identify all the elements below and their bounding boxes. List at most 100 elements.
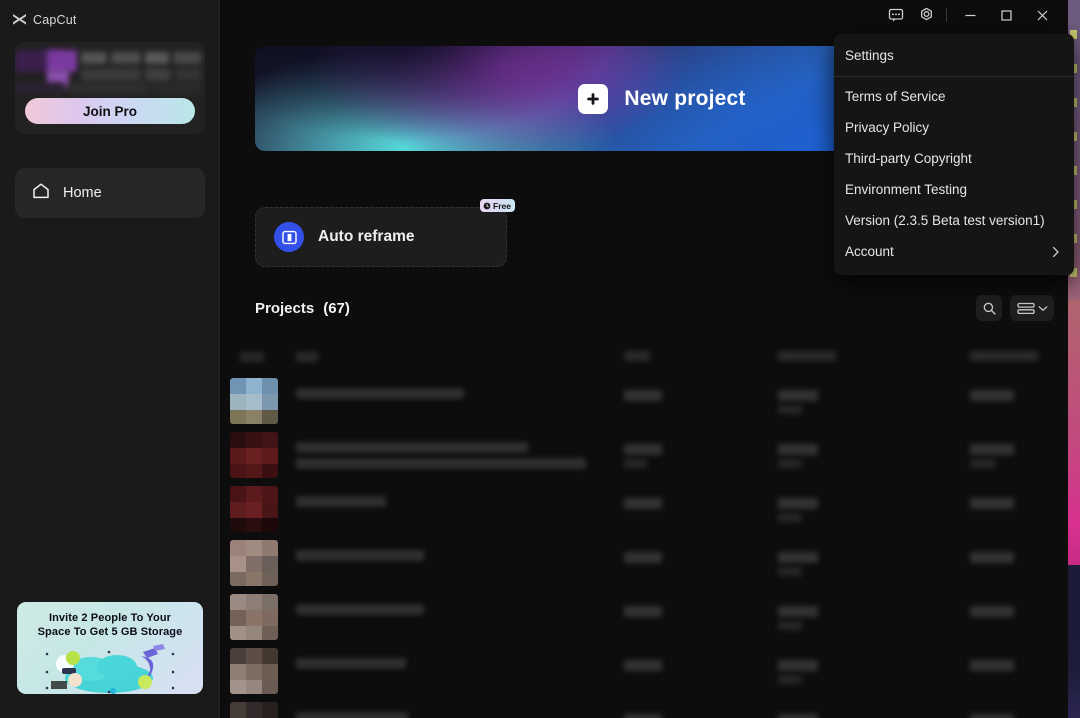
menu-item-privacy-policy[interactable]: Privacy Policy — [834, 112, 1074, 143]
app-name: CapCut — [33, 13, 77, 27]
thumbnail-pixel — [230, 702, 246, 718]
project-title-redacted — [296, 658, 406, 669]
projects-header: Projects (67) — [255, 292, 1054, 324]
minimize-button[interactable] — [952, 0, 988, 30]
cloud-storage-illustration — [45, 644, 175, 694]
menu-item-terms-of-service[interactable]: Terms of Service — [834, 81, 1074, 112]
thumbnail-pixel — [262, 680, 278, 694]
thumbnail-pixel — [246, 664, 262, 680]
project-row[interactable] — [230, 376, 1068, 428]
project-title-redacted — [296, 496, 386, 507]
thumbnail-pixel — [262, 572, 278, 586]
project-meta-redacted — [778, 498, 818, 509]
maximize-button[interactable] — [988, 0, 1024, 30]
thumbnail-pixel — [230, 610, 246, 626]
project-thumbnail — [230, 540, 278, 586]
project-meta-redacted — [624, 390, 662, 401]
menu-item-settings[interactable]: Settings — [834, 40, 1074, 71]
thumbnail-pixel — [230, 664, 246, 680]
close-button[interactable] — [1024, 0, 1060, 30]
storage-promo-line2: Space To Get 5 GB Storage — [37, 626, 183, 639]
column-header-redacted — [970, 351, 1038, 362]
feedback-button[interactable] — [881, 0, 911, 30]
titlebar-divider — [946, 8, 947, 22]
menu-item-account[interactable]: Account — [834, 236, 1074, 267]
thumbnail-pixel — [262, 486, 278, 502]
thumbnail-pixel — [246, 556, 262, 572]
app-logo: CapCut — [0, 0, 219, 30]
thumbnail-pixel — [230, 518, 246, 532]
column-header-redacted — [296, 352, 318, 362]
project-meta-redacted — [778, 714, 818, 718]
menu-item-environment-testing[interactable]: Environment Testing — [834, 174, 1074, 205]
project-row[interactable] — [230, 538, 1068, 590]
thumbnail-pixel — [246, 448, 262, 464]
sidebar-item-home[interactable]: Home — [15, 168, 205, 218]
thumbnail-pixel — [246, 702, 262, 718]
project-row[interactable] — [230, 592, 1068, 644]
column-header-redacted — [624, 351, 650, 362]
project-meta-redacted — [970, 660, 1014, 671]
project-meta-redacted — [624, 459, 647, 468]
view-mode-button[interactable] — [1010, 295, 1054, 321]
project-row[interactable] — [230, 484, 1068, 536]
thumbnail-pixel — [262, 664, 278, 680]
projects-title: Projects — [255, 299, 315, 317]
column-header-redacted — [778, 351, 836, 362]
storage-promo-banner[interactable]: Invite 2 People To Your Space To Get 5 G… — [17, 602, 203, 694]
free-badge-label: Free — [493, 200, 511, 211]
thumbnail-pixel — [230, 680, 246, 694]
thumbnail-pixel — [246, 540, 262, 556]
thumbnail-pixel — [230, 556, 246, 572]
edge-segment-magenta — [1068, 300, 1080, 565]
menu-item-label: Privacy Policy — [845, 120, 930, 135]
thumbnail-pixel — [246, 502, 262, 518]
project-meta-redacted — [778, 552, 818, 563]
project-meta-redacted — [970, 498, 1014, 509]
thumbnail-pixel — [246, 680, 262, 694]
settings-dropdown-menu[interactable]: Settings Terms of Service Privacy Policy Th… — [834, 34, 1074, 275]
settings-gear-button[interactable] — [911, 0, 941, 30]
project-thumbnail — [230, 702, 278, 718]
thumbnail-pixel — [246, 626, 262, 640]
project-meta-redacted — [778, 621, 802, 630]
chevron-right-icon — [1052, 246, 1059, 257]
project-row[interactable] — [230, 430, 1068, 482]
project-meta-redacted — [970, 459, 996, 468]
thumbnail-pixel — [230, 572, 246, 586]
capcut-logo-icon — [12, 13, 27, 27]
blurred-block — [81, 52, 107, 64]
project-row[interactable] — [230, 646, 1068, 698]
close-icon — [1037, 10, 1047, 20]
project-row[interactable] — [230, 340, 1068, 374]
thumbnail-pixel — [262, 448, 278, 464]
project-thumbnail — [230, 378, 278, 424]
thumbnail-pixel — [230, 594, 246, 610]
thumbnail-pixel — [262, 432, 278, 448]
project-meta-redacted — [624, 714, 662, 718]
project-row[interactable] — [230, 700, 1068, 718]
project-thumbnail — [230, 486, 278, 532]
menu-item-version-2-3-5-beta-test-version1[interactable]: Version (2.3.5 Beta test version1) — [834, 205, 1074, 236]
thumbnail-pixel — [246, 648, 262, 664]
thumbnail-pixel — [246, 594, 262, 610]
search-button[interactable] — [976, 295, 1002, 321]
project-meta-redacted — [778, 606, 818, 617]
pro-upsell-card[interactable]: Join Pro — [15, 42, 205, 134]
thumbnail-pixel — [262, 394, 278, 410]
project-thumbnail — [230, 432, 278, 478]
menu-item-label: Version (2.3.5 Beta test version1) — [845, 213, 1045, 228]
projects-list[interactable] — [230, 330, 1068, 718]
menu-item-third-party-copyright[interactable]: Third-party Copyright — [834, 143, 1074, 174]
project-title-redacted — [296, 550, 424, 561]
home-icon — [31, 181, 51, 206]
auto-reframe-label: Auto reframe — [318, 228, 415, 245]
thumbnail-pixel — [230, 502, 246, 518]
join-pro-button[interactable]: Join Pro — [25, 98, 195, 124]
auto-reframe-card[interactable]: Auto reframe Free — [255, 199, 515, 267]
free-badge: Free — [480, 199, 515, 212]
gear-icon — [920, 7, 932, 20]
thumbnail-pixel — [230, 626, 246, 640]
thumbnail-pixel — [246, 394, 262, 410]
blurred-block — [173, 52, 201, 64]
